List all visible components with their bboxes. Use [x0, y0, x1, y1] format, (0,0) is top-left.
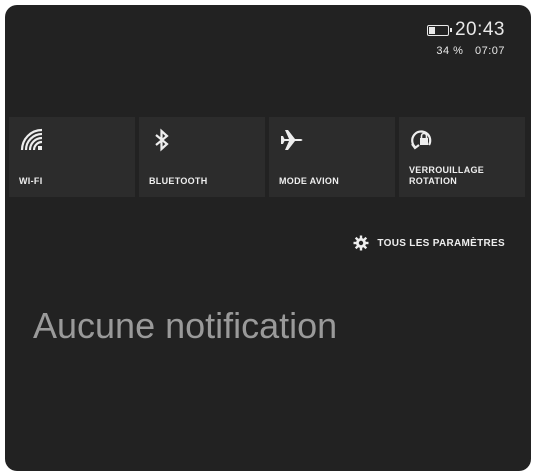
tile-wifi-label: WI-FI — [19, 176, 43, 186]
tile-airplane-label: MODE AVION — [279, 176, 340, 186]
quick-actions: WI-FI BLUETOOTH MODE AVION VERROUILLAGE … — [9, 117, 525, 197]
action-center: 20:43 34 % 07:07 WI-FI BLUETOOTH MODE AV… — [5, 5, 531, 471]
tile-airplane-mode[interactable]: MODE AVION — [269, 117, 395, 197]
tile-bluetooth[interactable]: BLUETOOTH — [139, 117, 265, 197]
clock-time: 20:43 — [454, 19, 505, 40]
tile-rotation-lock[interactable]: VERROUILLAGE ROTATION — [399, 117, 525, 197]
battery-percent: 34 % — [436, 45, 464, 57]
tile-rotation-label: VERROUILLAGE ROTATION — [409, 165, 485, 186]
all-settings-label: TOUS LES PARAMÈTRES — [377, 237, 505, 249]
empty-notifications-text: Aucune notification — [33, 305, 338, 346]
airplane-icon — [281, 130, 303, 150]
status-area: 20:43 34 % 07:07 — [426, 19, 505, 57]
battery-icon — [426, 24, 452, 36]
battery-fill — [428, 26, 435, 34]
secondary-time: 07:07 — [474, 45, 505, 57]
tile-wifi[interactable]: WI-FI — [9, 117, 135, 197]
status-row-bottom: 34 % 07:07 — [427, 45, 505, 57]
tile-bluetooth-label: BLUETOOTH — [149, 176, 208, 186]
bluetooth-icon — [155, 128, 169, 152]
all-settings-link[interactable]: TOUS LES PARAMÈTRES — [353, 235, 505, 251]
wifi-icon — [20, 128, 43, 151]
status-row-top: 20:43 — [426, 19, 505, 41]
gear-icon — [353, 235, 369, 251]
rotation-lock-icon — [411, 130, 432, 150]
